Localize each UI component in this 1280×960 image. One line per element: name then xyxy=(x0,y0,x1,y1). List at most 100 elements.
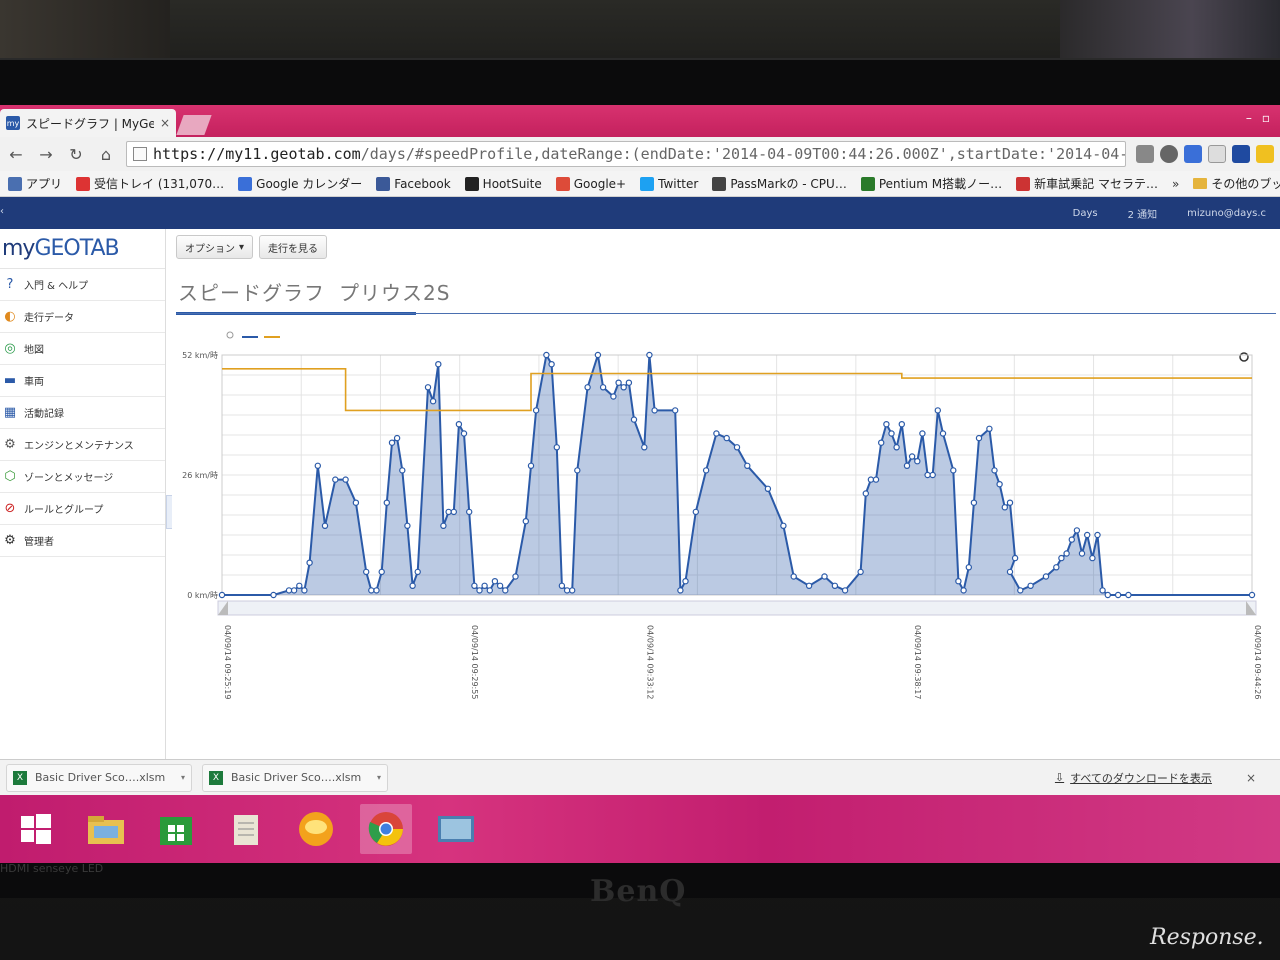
bookmark-item[interactable]: Twitter xyxy=(640,176,698,191)
speed-point xyxy=(429,397,437,405)
sidebar-item[interactable]: ▦ 活動記録 xyxy=(0,397,165,429)
google-plus-icon xyxy=(555,176,570,191)
chrome-icon[interactable] xyxy=(360,804,412,854)
star-icon[interactable] xyxy=(1208,145,1226,163)
geotab-favicon-icon: my xyxy=(6,116,20,130)
bookmark-item[interactable]: Facebook xyxy=(376,176,451,191)
windows-taskbar xyxy=(0,795,1280,863)
forward-icon[interactable]: → xyxy=(36,144,56,164)
options-button[interactable]: オプション ▾ xyxy=(176,235,254,259)
topbar-database[interactable]: Days xyxy=(1073,208,1098,219)
speed-point xyxy=(1104,591,1112,599)
bookmark-item[interactable]: Google+ xyxy=(555,176,627,191)
speed-point xyxy=(1053,564,1060,571)
minimize-icon[interactable]: – xyxy=(1246,111,1252,125)
other-bookmarks-folder[interactable]: その他のブックマ xyxy=(1193,175,1280,192)
sidebar-item[interactable]: ◎ 地図 xyxy=(0,333,165,365)
speed-point xyxy=(368,587,375,594)
address-bar[interactable]: https://my11.geotab.com/days/#speedProfi… xyxy=(126,141,1126,167)
speed-point xyxy=(440,522,447,529)
speed-point xyxy=(471,582,478,589)
mygeotab-logo[interactable]: my GEOTAB xyxy=(0,229,165,269)
browser-tab[interactable]: my スピードグラフ | MyGeotab × xyxy=(0,109,176,137)
app-orange-icon[interactable] xyxy=(290,804,342,854)
speed-point xyxy=(1058,554,1065,562)
sidebar-item-label: 管理者 xyxy=(24,537,54,548)
speed-point xyxy=(975,434,983,442)
speed-point xyxy=(532,407,540,414)
sidebar-item[interactable]: ⚙ エンジンとメンテナンス xyxy=(0,429,165,461)
speed-point xyxy=(522,517,529,525)
sidebar-item[interactable]: ? 入門 & ヘルプ xyxy=(0,269,165,301)
search-icon[interactable] xyxy=(1160,145,1178,163)
sidebar-item-label: 走行データ xyxy=(24,313,74,324)
speed-point xyxy=(1084,531,1091,539)
speed-point xyxy=(460,430,468,437)
sidebar-item[interactable]: ⚙ 管理者 xyxy=(0,525,165,557)
caret-down-icon: ▾ xyxy=(239,241,245,253)
bookmark-item[interactable]: Google カレンダー xyxy=(238,175,362,192)
back-chevron-icon[interactable]: ‹ xyxy=(0,197,10,229)
windows-start-icon[interactable] xyxy=(10,804,62,854)
speed-point xyxy=(548,361,555,368)
speed-point xyxy=(362,568,370,576)
window-controls: – ▫ xyxy=(1246,111,1270,125)
speed-point xyxy=(929,471,936,479)
x-tick-label: 04/09/14 09:25:19 xyxy=(223,625,232,699)
speed-point xyxy=(491,578,499,585)
speed-point xyxy=(527,462,535,469)
sidebar-item[interactable]: ⊘ ルールとグループ xyxy=(0,493,165,525)
notepad-icon[interactable] xyxy=(220,804,272,854)
maximize-icon[interactable]: ▫ xyxy=(1262,111,1270,125)
bookmark-item[interactable]: アプリ xyxy=(8,175,62,192)
reload-icon[interactable]: ↻ xyxy=(66,144,86,164)
topbar-user[interactable]: mizuno@days.c xyxy=(1187,208,1266,219)
speed-point xyxy=(424,384,432,391)
close-downloads-icon[interactable]: × xyxy=(1246,771,1256,785)
bookmark-label: アプリ xyxy=(26,177,63,191)
action-buttons: オプション ▾ 走行を見る xyxy=(176,235,328,259)
bookmark-item[interactable]: 受信トレイ (131,070… xyxy=(76,175,224,192)
twitter-icon xyxy=(640,176,655,191)
monitor-left-label: HDMI senseye LED xyxy=(0,862,104,875)
caret-down-icon[interactable]: ▾ xyxy=(181,773,185,782)
sidebar-item-label: ルールとグループ xyxy=(24,505,104,516)
download-item-1[interactable]: X Basic Driver Sco….xlsm ▾ xyxy=(6,763,192,792)
speed-point xyxy=(677,587,684,594)
speed-point xyxy=(378,568,385,576)
photos-icon[interactable] xyxy=(430,804,482,854)
topbar-notifications[interactable]: 2 通知 xyxy=(1128,206,1158,221)
folder-icon xyxy=(1193,178,1208,189)
new-tab-button[interactable] xyxy=(176,115,212,135)
view-trip-button[interactable]: 走行を見る xyxy=(259,235,328,259)
bookmark-item[interactable]: HootSuite xyxy=(464,176,542,191)
zone-icon: ⬡ xyxy=(4,469,16,484)
windows-store-icon[interactable] xyxy=(150,804,202,854)
bookmark-item[interactable]: Pentium M搭載ノー… xyxy=(860,175,1002,192)
bookmark-item[interactable]: 新車試乗記 マセラテ… xyxy=(1016,175,1158,192)
home-icon[interactable]: ⌂ xyxy=(96,144,116,164)
tab-close-icon[interactable]: × xyxy=(160,116,170,130)
speed-chart: 52 km/時 26 km/時 0 km/時 04/09/14 09:25:19 04/… xyxy=(172,325,1272,755)
show-all-downloads-link[interactable]: ⇩ すべてのダウンロードを表示 xyxy=(1055,770,1212,786)
download-item-2[interactable]: X Basic Driver Sco….xlsm ▾ xyxy=(202,763,388,792)
bookmarks-overflow-button[interactable]: » xyxy=(1172,177,1179,191)
shield-icon[interactable] xyxy=(1136,145,1154,163)
sidebar-item[interactable]: ◐ 走行データ xyxy=(0,301,165,333)
sidebar-item-label: 活動記録 xyxy=(24,409,64,420)
file-explorer-icon[interactable] xyxy=(80,804,132,854)
sidebar-item-label: 地図 xyxy=(24,345,44,356)
translate-icon[interactable] xyxy=(1184,145,1202,163)
sidebar-item-label: 入門 & ヘルプ xyxy=(24,281,89,292)
extension-icon[interactable] xyxy=(1232,145,1250,163)
speed-point xyxy=(831,582,839,589)
back-icon[interactable]: ← xyxy=(6,144,26,164)
sidebar-item[interactable]: ⬡ ゾーンとメッセージ xyxy=(0,461,165,493)
caret-down-icon[interactable]: ▾ xyxy=(377,773,381,782)
speed-point xyxy=(914,457,921,465)
tab-title: スピードグラフ | MyGeotab xyxy=(26,116,154,131)
sidebar-item[interactable]: ▬ 車両 xyxy=(0,365,165,397)
bookmark-label: Google+ xyxy=(573,176,627,191)
bookmark-item[interactable]: PassMarkの - CPU… xyxy=(712,175,847,192)
menu-icon[interactable] xyxy=(1256,145,1274,163)
